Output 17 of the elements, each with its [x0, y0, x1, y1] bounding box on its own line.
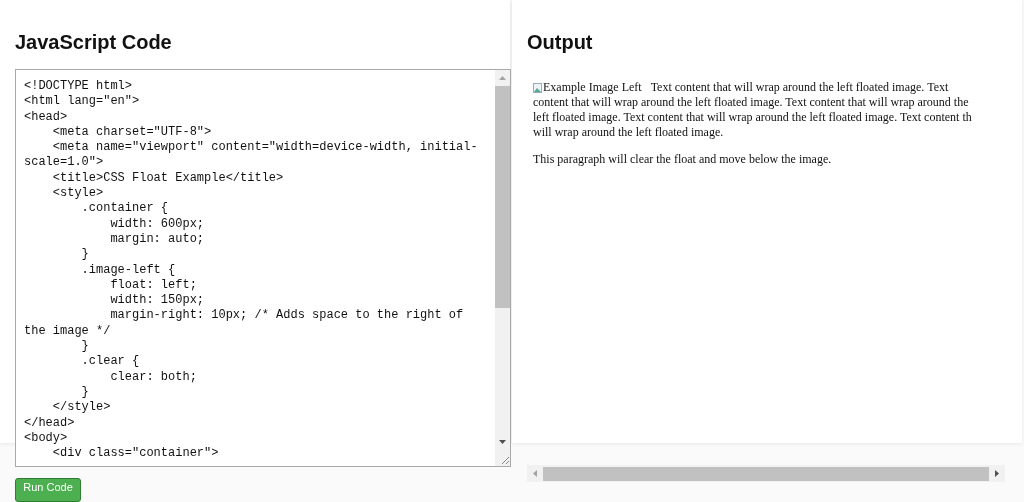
scrollbar[interactable]	[495, 70, 510, 466]
resize-grip-icon[interactable]	[500, 456, 509, 464]
scrollbar[interactable]	[527, 465, 1005, 482]
scroll-right-icon[interactable]	[995, 470, 999, 477]
paragraph-line: left floated image. Text content that will wrap around the left floated image. Text content th	[533, 110, 972, 125]
paragraph-line: content that will wrap around the left floated image. Text content that will wrap around the	[533, 95, 969, 110]
code-text[interactable]: <!DOCTYPE html> <html lang="en"> <head> <meta charset="UTF-8"> <meta name="viewport" content="width=device-width, initial- scale=1.0"> <title>CSS Float Example</title> <style> .container { width: 600px; margin: auto; } .image-left { float: left; width: 150px; margin-right: 10px; /* Adds space to the right of the image */ } .clear { clear: both; } </style> </head> <body> <div class="container">	[16, 70, 495, 466]
paragraph: This paragraph will clear the float and move below the image.	[533, 152, 832, 167]
scroll-left-icon[interactable]	[533, 470, 537, 477]
broken-image-icon	[533, 82, 542, 93]
scroll-down-icon[interactable]	[499, 440, 506, 444]
paragraph-line: Text content that will wrap around the left floated image. Text	[650, 80, 949, 95]
panel-title: Output	[527, 30, 593, 55]
paragraph-line: will wrap around the left floated image.	[533, 125, 724, 140]
panel-title: JavaScript Code	[15, 30, 172, 55]
image-alt-text: Example Image Left	[543, 80, 642, 95]
scroll-up-icon[interactable]	[499, 76, 506, 80]
